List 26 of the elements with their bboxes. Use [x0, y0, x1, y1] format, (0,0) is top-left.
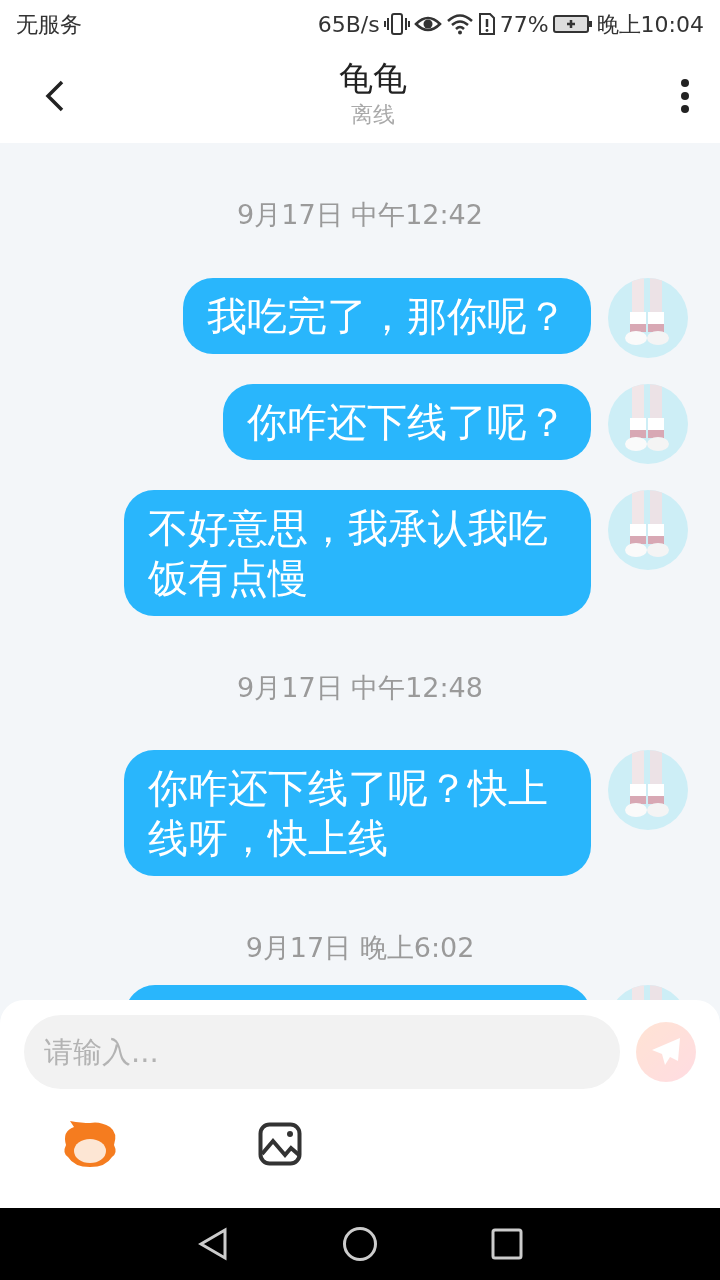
message-bubble: 我吃完了，那你呢？	[183, 277, 591, 354]
sim-alert-icon	[477, 12, 496, 36]
eye-icon	[413, 14, 442, 34]
more-icon[interactable]	[680, 77, 690, 114]
back-nav-icon[interactable]	[196, 1227, 229, 1261]
image-icon[interactable]	[258, 1122, 302, 1166]
vibrate-icon	[383, 12, 410, 36]
message-input[interactable]: 请输入...	[24, 1015, 620, 1089]
recents-nav-icon[interactable]	[491, 1228, 524, 1260]
emoji-icon[interactable]	[62, 1119, 118, 1169]
home-nav-icon[interactable]	[342, 1226, 378, 1262]
message-bubble: 不好意思，我承认我吃饭有点慢	[124, 489, 591, 616]
message-bubble: 你咋还下线了呢？	[223, 383, 591, 460]
contact-status: 离线	[350, 100, 396, 129]
contact-name: 龟龟	[339, 60, 407, 98]
wifi-icon	[445, 13, 474, 35]
timestamp: 9月17日 晚上6:02	[244, 931, 476, 965]
timestamp: 9月17日 中午12:48	[236, 670, 484, 705]
timestamp: 9月17日 中午12:42	[236, 198, 484, 232]
network-speed: 65B/s	[317, 10, 380, 39]
message-bubble: 你咋还下线了呢？快上线呀，快上线	[124, 750, 591, 876]
battery-icon	[552, 14, 593, 34]
clock-time: 晚上10:04	[596, 10, 704, 39]
battery-percent: 77%	[499, 10, 549, 39]
carrier-text: 无服务	[16, 10, 82, 39]
back-icon[interactable]	[44, 78, 66, 113]
